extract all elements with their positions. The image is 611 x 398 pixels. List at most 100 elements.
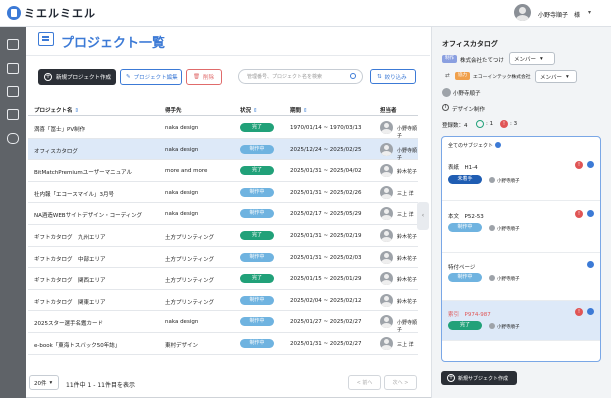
warning-icon: !	[500, 120, 508, 128]
warning-icon: !	[575, 161, 583, 169]
client-role-select[interactable]: メンバー ▾	[509, 52, 555, 65]
assignee-name: 三上 洋	[397, 342, 414, 348]
printer-icon[interactable]	[7, 109, 19, 120]
trash-icon: 🗑	[193, 74, 200, 80]
list-page-icon	[38, 32, 54, 46]
next-page-button[interactable]: 次へ >	[384, 375, 417, 390]
expand-icon[interactable]	[587, 261, 594, 268]
ok-count: : 1	[486, 121, 494, 127]
top-bar: ミエルミエル 小野寺順子 様 ▾	[0, 0, 611, 27]
delete-label: 削除	[202, 75, 214, 81]
table-row[interactable]: BitMatchPremiumユーザーマニュアル more and more 完了 2…	[28, 160, 418, 182]
chevron-down-icon: ▾	[540, 55, 543, 62]
search-placeholder: 管理番号、プロジェクト名を検索	[247, 74, 323, 80]
create-subtask-label: 新規サブジェクト作成	[458, 375, 509, 382]
sort-icon: ⇕	[252, 108, 258, 114]
edit-project-button[interactable]: ✎ プロジェクト編集	[120, 69, 182, 85]
col-period[interactable]: 期間 ⇕	[290, 106, 308, 114]
avatar	[380, 315, 393, 329]
edit-project-label: プロジェクト編集	[133, 75, 178, 81]
collapse-panel-handle[interactable]: ‹	[417, 202, 429, 230]
col-status[interactable]: 状況 ⇕	[240, 106, 258, 114]
detail-title: オフィスカタログ	[442, 40, 498, 48]
table-row[interactable]: 社内報「エコースマイル」3月号 naka design 制作中 2025/01/31 …	[28, 182, 418, 204]
avatar	[380, 164, 393, 178]
table-row[interactable]: 満喜「冨士」PV制作 naka design 完了 1970/01/14 ~ 1970…	[28, 117, 418, 139]
subtasks-header[interactable]: 全てのサブジェクト	[448, 142, 501, 149]
client-name: 土方プリンティング	[165, 235, 215, 241]
filter-dot-icon	[494, 142, 501, 148]
logo[interactable]: ミエルミエル	[24, 5, 96, 21]
check-circle-icon	[476, 120, 484, 128]
users-icon[interactable]	[7, 86, 19, 97]
expand-icon[interactable]	[587, 308, 594, 315]
subtask-item[interactable]: 特付ページ 制作中 小野寺順子	[442, 253, 600, 301]
client-name: 土方プリンティング	[165, 299, 215, 306]
create-project-button[interactable]: + 新規プロジェクト作成	[38, 69, 116, 85]
user-name[interactable]: 小野寺順子 様	[538, 10, 580, 19]
filter-label: 絞り込み	[384, 74, 407, 81]
user-avatar[interactable]	[514, 4, 531, 21]
subtasks-title: 全てのサブジェクト	[448, 143, 494, 149]
subtask-person: 小野寺順子	[489, 275, 520, 282]
search-icon[interactable]	[350, 73, 356, 79]
subtask-status: 未着手	[448, 175, 482, 184]
table-row[interactable]: 2025スター選手名鑑カード naka design 制作中 2025/01/27 ~…	[28, 311, 418, 333]
project-name: ギフトカタログ 中部エリア	[34, 256, 106, 263]
table-row[interactable]: e-book「東海トスバック50年誌」 東村デザイン 制作中 2025/01/31 ~…	[28, 333, 418, 355]
filter-button[interactable]: ⇅ 絞り込み	[370, 69, 416, 84]
expand-icon[interactable]	[587, 210, 594, 217]
table-row[interactable]: ギフトカタログ 関東エリア 土方プリンティング 制作中 2025/02/04 ~ 20…	[28, 290, 418, 312]
subtask-person: 小野寺順子	[489, 177, 520, 184]
chat-icon[interactable]	[7, 63, 19, 74]
period: 2025/01/15 ~ 2025/01/29	[290, 276, 362, 283]
assignee-name: 鈴木花子	[397, 169, 418, 176]
avatar	[380, 293, 393, 307]
per-page-select[interactable]: 20件 ▾	[29, 375, 59, 390]
expand-icon[interactable]	[587, 161, 594, 168]
plus-icon: +	[447, 374, 455, 382]
table-row[interactable]: ギフトカタログ 九州エリア 土方プリンティング 完了 2025/01/31 ~ 202…	[28, 225, 418, 247]
pager-summary: 11件中 1 - 11件目を表示	[66, 382, 135, 389]
search-input[interactable]: 管理番号、プロジェクト名を検索	[238, 69, 363, 84]
subtask-item[interactable]: 本文 P52-53 ! 制作中 小野寺順子	[442, 201, 600, 253]
prev-page-button[interactable]: < 前へ	[348, 375, 381, 390]
delete-button[interactable]: 🗑 削除	[186, 69, 222, 85]
create-subtask-button[interactable]: + 新規サブジェクト作成	[441, 371, 517, 385]
avatar	[380, 207, 393, 221]
grid-icon[interactable]	[7, 39, 19, 50]
owner-avatar	[442, 88, 451, 97]
category: デザイン制作	[452, 107, 486, 113]
partner-role-select[interactable]: メンバー ▾	[535, 70, 577, 83]
avatar	[380, 337, 393, 350]
project-name: 満喜「冨士」PV制作	[34, 127, 86, 133]
hand-icon[interactable]	[7, 133, 19, 144]
partner-name: エコーインテック株式会社	[473, 75, 531, 80]
table-row[interactable]: ギフトカタログ 関西エリア 土方プリンティング 完了 2025/01/15 ~ 202…	[28, 268, 418, 290]
table-row[interactable]: NA酒造WEBサイトデザイン・コーディング naka design 制作中 2025/…	[28, 203, 418, 225]
project-name: ギフトカタログ 関西エリア	[34, 278, 106, 285]
chevron-down-icon[interactable]: ▾	[588, 9, 591, 16]
table-row[interactable]: オフィスカタログ naka design 制作中 2025/12/24 ~ 2025/…	[28, 138, 418, 161]
period: 2025/01/27 ~ 2025/02/27	[290, 319, 362, 326]
warning-icon: !	[575, 210, 583, 218]
table-row[interactable]: ギフトカタログ 中部エリア 土方プリンティング 制作中 2025/01/31 ~ 20…	[28, 247, 418, 269]
period: 2025/01/31 ~ 2025/02/27	[290, 341, 362, 347]
assignee-name: 三上 洋	[397, 190, 414, 197]
project-name: ギフトカタログ 関東エリア	[34, 299, 106, 306]
per-page-value: 20件	[34, 380, 47, 387]
owner-name: 小野寺順子	[453, 91, 481, 97]
col-name[interactable]: プロジェクト名 ⇕	[34, 106, 79, 114]
assignee-name: 小野寺順子	[397, 147, 418, 161]
swap-icon[interactable]: ⇄	[445, 73, 450, 79]
subtask-item[interactable]: 表紙 H1-4 ! 未着手 小野寺順子	[442, 155, 600, 201]
subtask-item-selected[interactable]: 索引 P974-987 ! 完了 小野寺順子	[442, 301, 600, 341]
avatar	[380, 121, 393, 134]
period: 2025/01/31 ~ 2025/04/02	[290, 168, 362, 175]
avatar	[380, 250, 393, 264]
create-project-label: 新規プロジェクト作成	[56, 75, 112, 81]
title-divider	[26, 55, 430, 56]
project-name: e-book「東海トスバック50年誌」	[34, 343, 121, 349]
subtask-name: 本文 P52-53	[448, 214, 484, 220]
assignee-name: 鈴木花子	[397, 277, 418, 284]
